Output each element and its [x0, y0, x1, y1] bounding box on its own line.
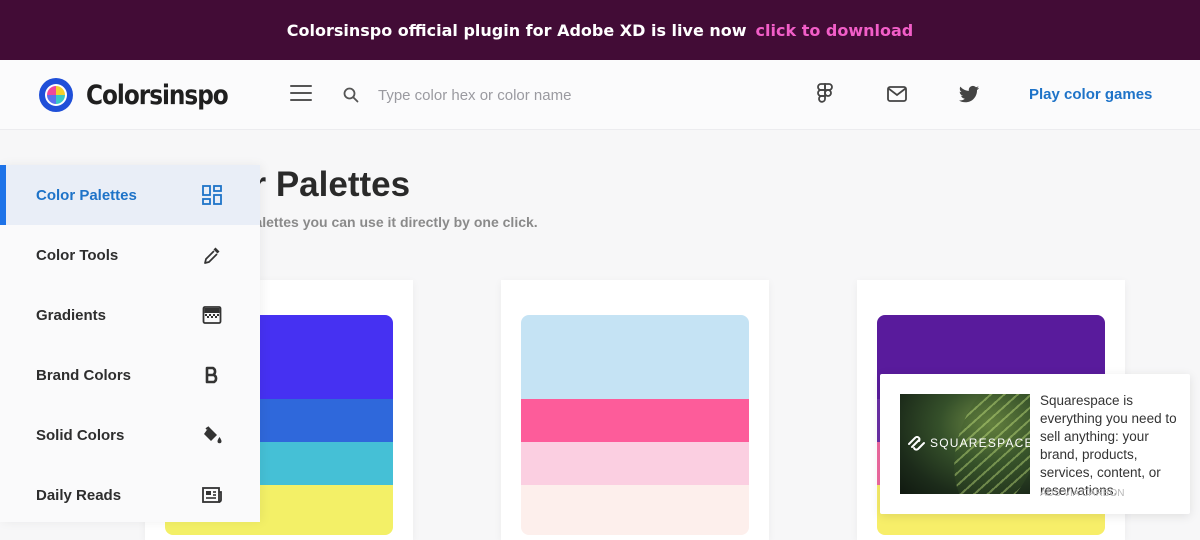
eyedropper-icon — [204, 247, 220, 264]
sidebar-item-label: Gradients — [36, 306, 107, 324]
grid-icon — [202, 185, 222, 205]
newspaper-icon — [202, 487, 222, 503]
color-swatch[interactable] — [521, 442, 749, 485]
sidebar-item-brand-colors[interactable]: Brand Colors — [0, 345, 260, 405]
logo-icon — [39, 78, 73, 112]
gradient-icon — [202, 306, 222, 324]
palette-swatches[interactable] — [521, 315, 749, 535]
sidebar-item-label: Color Tools — [36, 246, 119, 264]
color-swatch[interactable] — [521, 485, 749, 535]
ad-via-carbon[interactable]: ADS VIA CARBON — [1040, 488, 1124, 499]
color-swatch[interactable] — [521, 399, 749, 442]
download-link[interactable]: click to download — [756, 21, 914, 40]
menu-icon[interactable] — [290, 85, 312, 103]
palette-card[interactable] — [501, 280, 769, 540]
color-swatch[interactable] — [521, 315, 749, 399]
promo-banner: Colorsinspo official plugin for Adobe XD… — [0, 0, 1200, 60]
squarespace-logo: SQUARESPACE — [906, 435, 1030, 451]
mail-icon[interactable] — [885, 82, 909, 106]
figma-icon[interactable] — [813, 82, 837, 106]
sidebar-item-label: Brand Colors — [36, 366, 132, 384]
header: Colorsinspo Play color games — [0, 60, 1200, 130]
search-input[interactable] — [370, 82, 706, 108]
sidebar: Color Palettes Color Tools Gradients Bra… — [0, 165, 260, 522]
logo-text: Colorsinspo — [86, 79, 229, 111]
sidebar-item-daily-reads[interactable]: Daily Reads — [0, 465, 260, 525]
sidebar-item-label: Solid Colors — [36, 426, 125, 444]
promo-text: Colorsinspo official plugin for Adobe XD… — [286, 20, 747, 40]
logo[interactable]: Colorsinspo — [38, 77, 251, 113]
sidebar-item-gradients[interactable]: Gradients — [0, 285, 260, 345]
brand-b-icon — [205, 366, 218, 384]
sidebar-item-color-palettes[interactable]: Color Palettes — [0, 165, 260, 225]
sidebar-item-label: Daily Reads — [36, 486, 122, 504]
search-icon — [343, 87, 359, 103]
sidebar-item-label: Color Palettes — [36, 186, 137, 204]
sidebar-item-solid-colors[interactable]: Solid Colors — [0, 405, 260, 465]
sidebar-item-color-tools[interactable]: Color Tools — [0, 225, 260, 285]
paint-bucket-icon — [204, 426, 222, 444]
ad-image[interactable]: SQUARESPACE — [900, 394, 1030, 494]
squarespace-wordmark: SQUARESPACE — [930, 436, 1030, 450]
ad-text[interactable]: Squarespace is everything you need to se… — [1040, 392, 1180, 500]
twitter-icon[interactable] — [957, 82, 981, 106]
squarespace-logo-icon — [908, 436, 925, 451]
play-color-games-link[interactable]: Play color games — [1029, 86, 1152, 103]
carbon-ad: SQUARESPACE Squarespace is everything yo… — [880, 374, 1190, 514]
